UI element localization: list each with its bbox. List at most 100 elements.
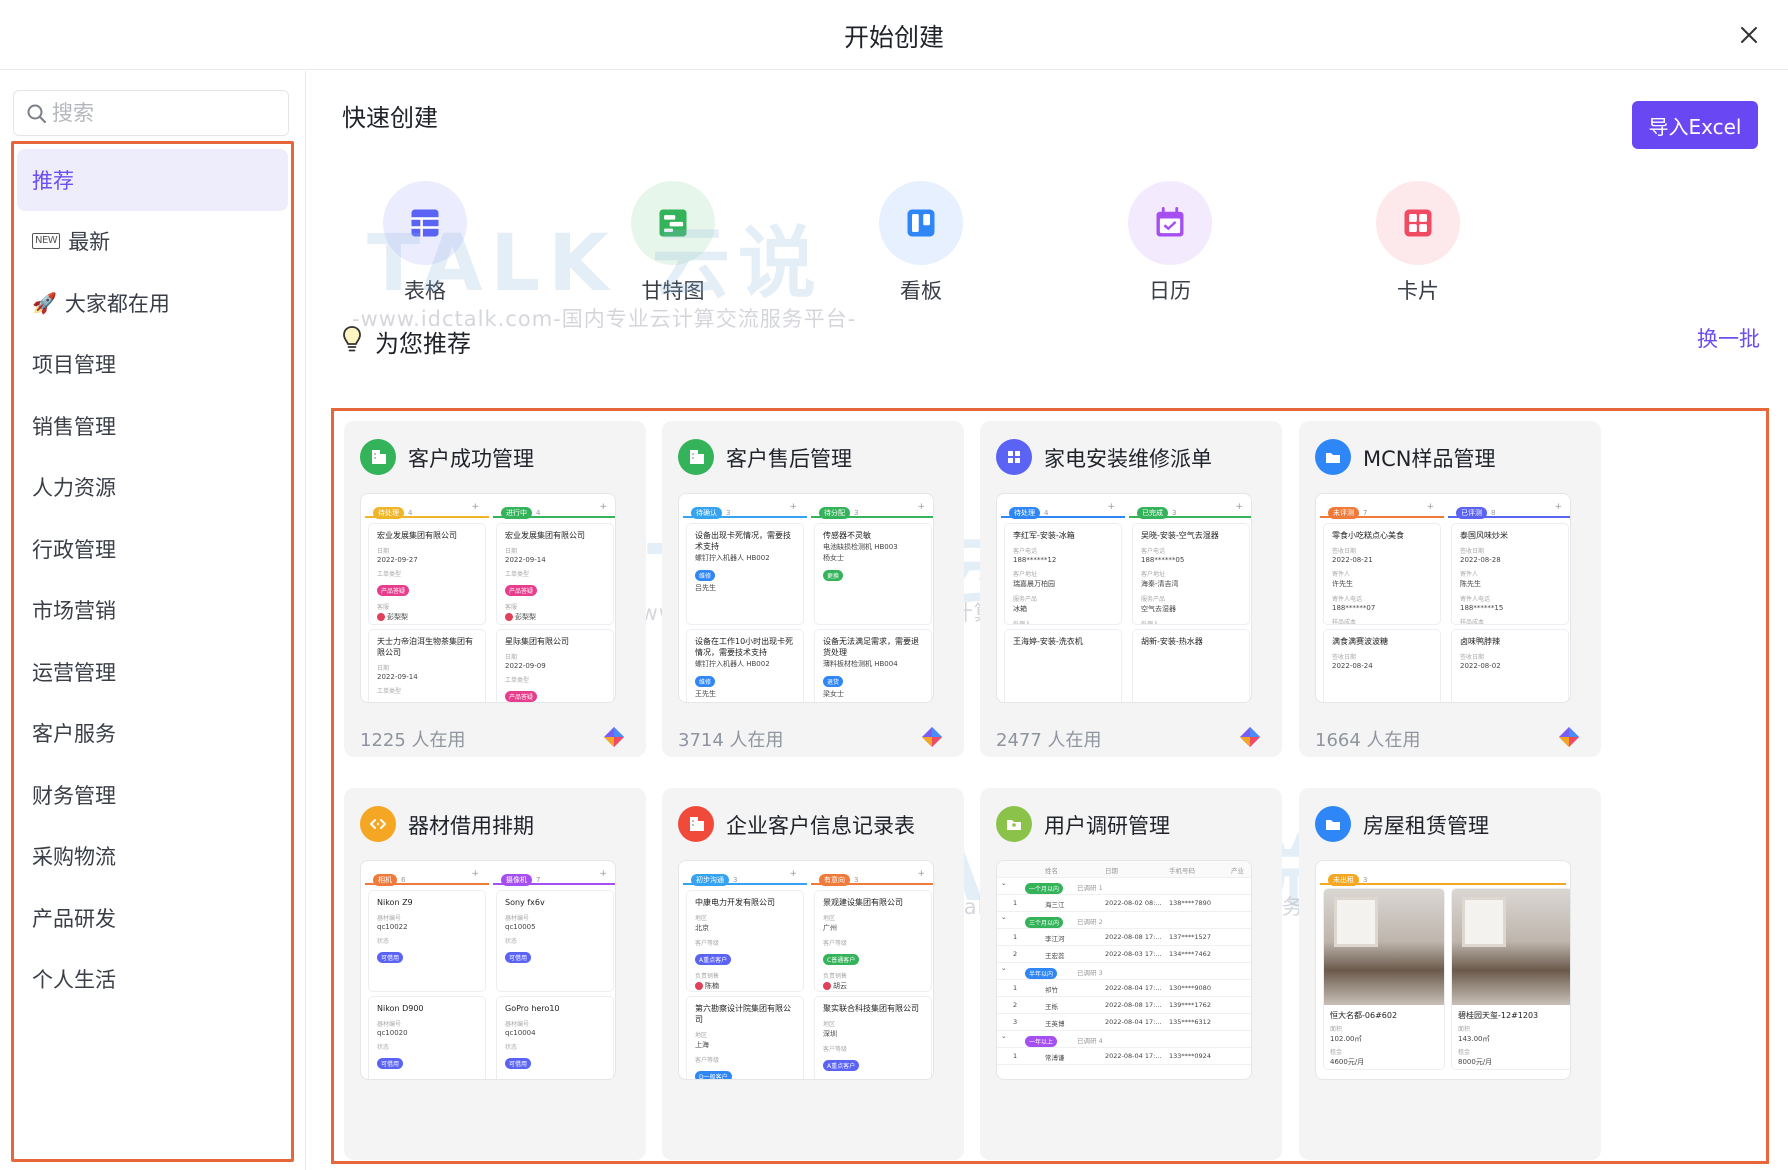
preview-field-value: 螺钉拧入机器人 HB002 [695, 554, 770, 562]
sidebar-item[interactable]: 运营管理 [17, 641, 288, 703]
preview-record-card: 设备无法满足需求，需要退货处理 薄料板材检测机 HB004 退货 梁女士 [815, 630, 931, 702]
preview-table-cell: 1 [1013, 899, 1018, 907]
plus-icon: + [599, 502, 607, 512]
sidebar-item[interactable]: NEW 最新 [17, 211, 288, 273]
room-window [1462, 897, 1506, 947]
sidebar-item[interactable]: 项目管理 [17, 334, 288, 396]
sidebar-item[interactable]: 行政管理 [17, 518, 288, 580]
preview-record-card: 零食小吃糕点心美食 签收日期 2022-08-21 寄件人 许先生 寄件人电话 188***… [1324, 524, 1440, 624]
template-card-icon-wrap [360, 806, 396, 842]
preview-record-card: 宏业发展集团有限公司 日期 2022-09-14 工单类型 产品答疑 客服 彭梨梨 [497, 524, 613, 624]
plus-icon: + [789, 502, 797, 512]
chevron-down-icon: ⌄ [1001, 879, 1007, 887]
template-card-title: 器材借用排期 [408, 814, 534, 838]
building-icon [690, 450, 704, 464]
preview-field-tag: 维修 [695, 570, 716, 581]
preview-field-value: 退货换货 [377, 695, 477, 702]
lightbulb-icon [343, 326, 361, 352]
preview-field-value: 188******07 [1332, 604, 1376, 612]
preview-column: 待处理 4 + 宏业发展集团有限公司 日期 2022-09-27 工单类型 产品答疑 客服 彭梨梨… [365, 500, 489, 702]
preview-record-title: 天士力帝泊洱生物茶集团有限公司 [377, 637, 473, 657]
preview-field-label: 日期 [505, 548, 518, 555]
room-photo [1452, 889, 1570, 1005]
avatar [823, 982, 831, 990]
template-card[interactable]: 器材借用排期 相机 6 + Nikon Z9 器材编号 qc10022 状态 可借用 Nikon … [344, 788, 646, 1160]
preview-record-card: 天士力帝泊洱生物茶集团有限公司日期2022-09-14 工单类型退货换货 [369, 630, 485, 702]
search-box[interactable] [13, 90, 289, 136]
preview-field-label: 租金 [1458, 1049, 1471, 1056]
room-photo [1324, 889, 1444, 1005]
preview-table-cell: 王栎 [1045, 1003, 1058, 1011]
template-card[interactable]: 房屋租赁管理未出租3恒大名都-06#602面积102.00㎡租金4600元/月租… [1299, 788, 1601, 1160]
preview-record-card: 景观建设集团有限公司 地区 广州 客户等级 C普通客户 负责销售 胡云 [815, 891, 931, 991]
template-card[interactable]: 客户成功管理 待处理 4 + 宏业发展集团有限公司 日期 2022-09-27 工单类型 产品答… [344, 421, 646, 757]
preview-field-value: 王先生 [695, 690, 716, 698]
preview-record-title: GoPro hero10 [505, 1004, 560, 1013]
preview-field-value: 产品答疑 [505, 578, 605, 597]
sidebar-item[interactable]: 市场营销 [17, 580, 288, 642]
preview-column-count: 3 [1363, 876, 1368, 884]
sidebar-item[interactable]: 个人生活 [17, 949, 288, 1011]
preview-table-cell: 139****1762 [1169, 1001, 1211, 1009]
preview-field-tag: A重点客户 [695, 954, 732, 965]
preview-group-tag: 三个月以内 [1025, 917, 1064, 928]
template-card-title: 客户售后管理 [726, 447, 852, 471]
import-excel-button[interactable]: 导入Excel [1632, 101, 1758, 149]
quick-create-card-grid[interactable]: 卡片 [1353, 181, 1483, 305]
avatar [695, 982, 703, 990]
sidebar-item[interactable]: 产品研发 [17, 887, 288, 949]
preview-record-title: Nikon Z9 [377, 898, 413, 907]
plus-icon: + [471, 502, 479, 512]
sidebar-item-label: 大家都在用 [64, 291, 170, 316]
preview-table-cell: 133****0924 [1169, 1052, 1211, 1060]
person-name: 彭梨梨 [387, 613, 408, 621]
building-icon [372, 450, 386, 464]
template-card[interactable]: 家电安装维修派单 待处理 4 + 李红军-安装-冰箱 客户电话 188******12 客户地… [980, 421, 1282, 757]
template-card[interactable]: 企业客户信息记录表 初步沟通 3 + 中康电力开发有限公司 地区 北京 客户等级 A重点客户 负责… [662, 788, 964, 1160]
preview-field-tag: A重点客户 [823, 1060, 860, 1071]
plus-icon: + [1107, 502, 1115, 512]
preview-record-title: 王海婷-安装-洗衣机 [1013, 637, 1083, 646]
sidebar-item[interactable]: 人力资源 [17, 457, 288, 519]
close-button[interactable] [1734, 20, 1764, 50]
preview-field-label: 客服 [377, 604, 390, 611]
sidebar-item[interactable]: 采购物流 [17, 826, 288, 888]
quick-create-kanban[interactable]: 看板 [856, 181, 986, 305]
sidebar-item-label: 行政管理 [32, 537, 116, 562]
quick-create-calendar[interactable]: 日历 [1105, 181, 1235, 305]
close-icon [1741, 27, 1757, 43]
preview-record-card: 王海婷-安装-洗衣机 [1005, 630, 1121, 702]
preview-table-cell: 134****7462 [1169, 950, 1211, 958]
template-card-icon-wrap [1315, 806, 1351, 842]
preview-field-value: 上海 [695, 1041, 709, 1049]
refresh-link[interactable]: 换一批 [1697, 323, 1760, 353]
search-input[interactable] [52, 97, 277, 129]
template-card[interactable]: 客户售后管理 待确认 3 + 设备出现卡死情况，需要技术支持 螺钉拧入机器人 HB002 维… [662, 421, 964, 757]
preview-column-count: 4 [408, 509, 413, 517]
preview-table-header-cell: 日期 [1105, 867, 1118, 875]
quick-create-gantt[interactable]: 甘特图 [608, 181, 738, 305]
preview-record-title: 聚实联合科技集团有限公司 [823, 1004, 919, 1013]
template-card[interactable]: MCN样品管理 未评测 7 + 零食小吃糕点心美食 签收日期 2022-08-21 寄件人 许先… [1299, 421, 1601, 757]
sidebar-item[interactable]: 🚀 大家都在用 [17, 272, 288, 334]
preview-status-tag: 待分配 [819, 507, 850, 519]
template-preview: 待确认 3 + 设备出现卡死情况，需要技术支持 螺钉拧入机器人 HB002 维修 吕先生 设备… [678, 493, 934, 703]
sidebar-item[interactable]: 客户服务 [17, 703, 288, 765]
preview-group-tag: 半年以内 [1025, 968, 1058, 979]
sidebar-item[interactable]: 财务管理 [17, 764, 288, 826]
sidebar-item[interactable]: 销售管理 [17, 395, 288, 457]
building-icon [690, 817, 704, 831]
preview-field-tag: 更换 [823, 570, 844, 581]
preview-field-value: 空气去湿器 [1141, 605, 1176, 613]
preview-field-label: 租金 [1330, 1049, 1343, 1056]
sidebar-item[interactable]: 推荐 [17, 149, 288, 211]
template-preview: 未评测 7 + 零食小吃糕点心美食 签收日期 2022-08-21 寄件人 许先生 寄件人电话 1… [1315, 493, 1571, 703]
preview-field-label: 客户等级 [695, 940, 720, 947]
preview-column-header: 未评测 7 + [1320, 500, 1444, 519]
preview-column-header: 待处理 4 + [1001, 500, 1125, 519]
preview-column: 已完成 3 + 吴晓-安装-空气去湿器 客户电话 188******05 客户地址 海秦-清吉… [1129, 500, 1251, 702]
template-card[interactable]: 用户调研管理 姓名 日期 手机号码 产业 ⌄ 一个月以内 已调研 1 1 海三江 2022-08-0… [980, 788, 1282, 1160]
preview-field-value: 梁女士 [823, 690, 844, 698]
quick-create-table[interactable]: 表格 [360, 181, 490, 305]
preview-status-tag: 已完成 [1137, 507, 1168, 519]
